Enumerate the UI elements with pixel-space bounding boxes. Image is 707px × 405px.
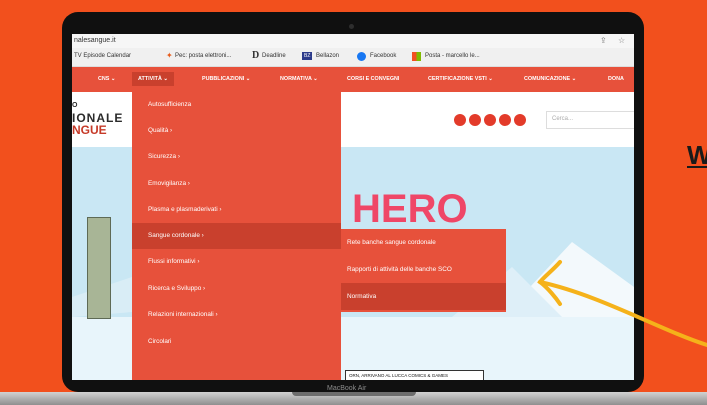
pointer-arrow-icon [537, 260, 707, 347]
slide-canvas: W nalesangue.it ⇪ ☆ TV Episode Calendar … [0, 0, 707, 405]
